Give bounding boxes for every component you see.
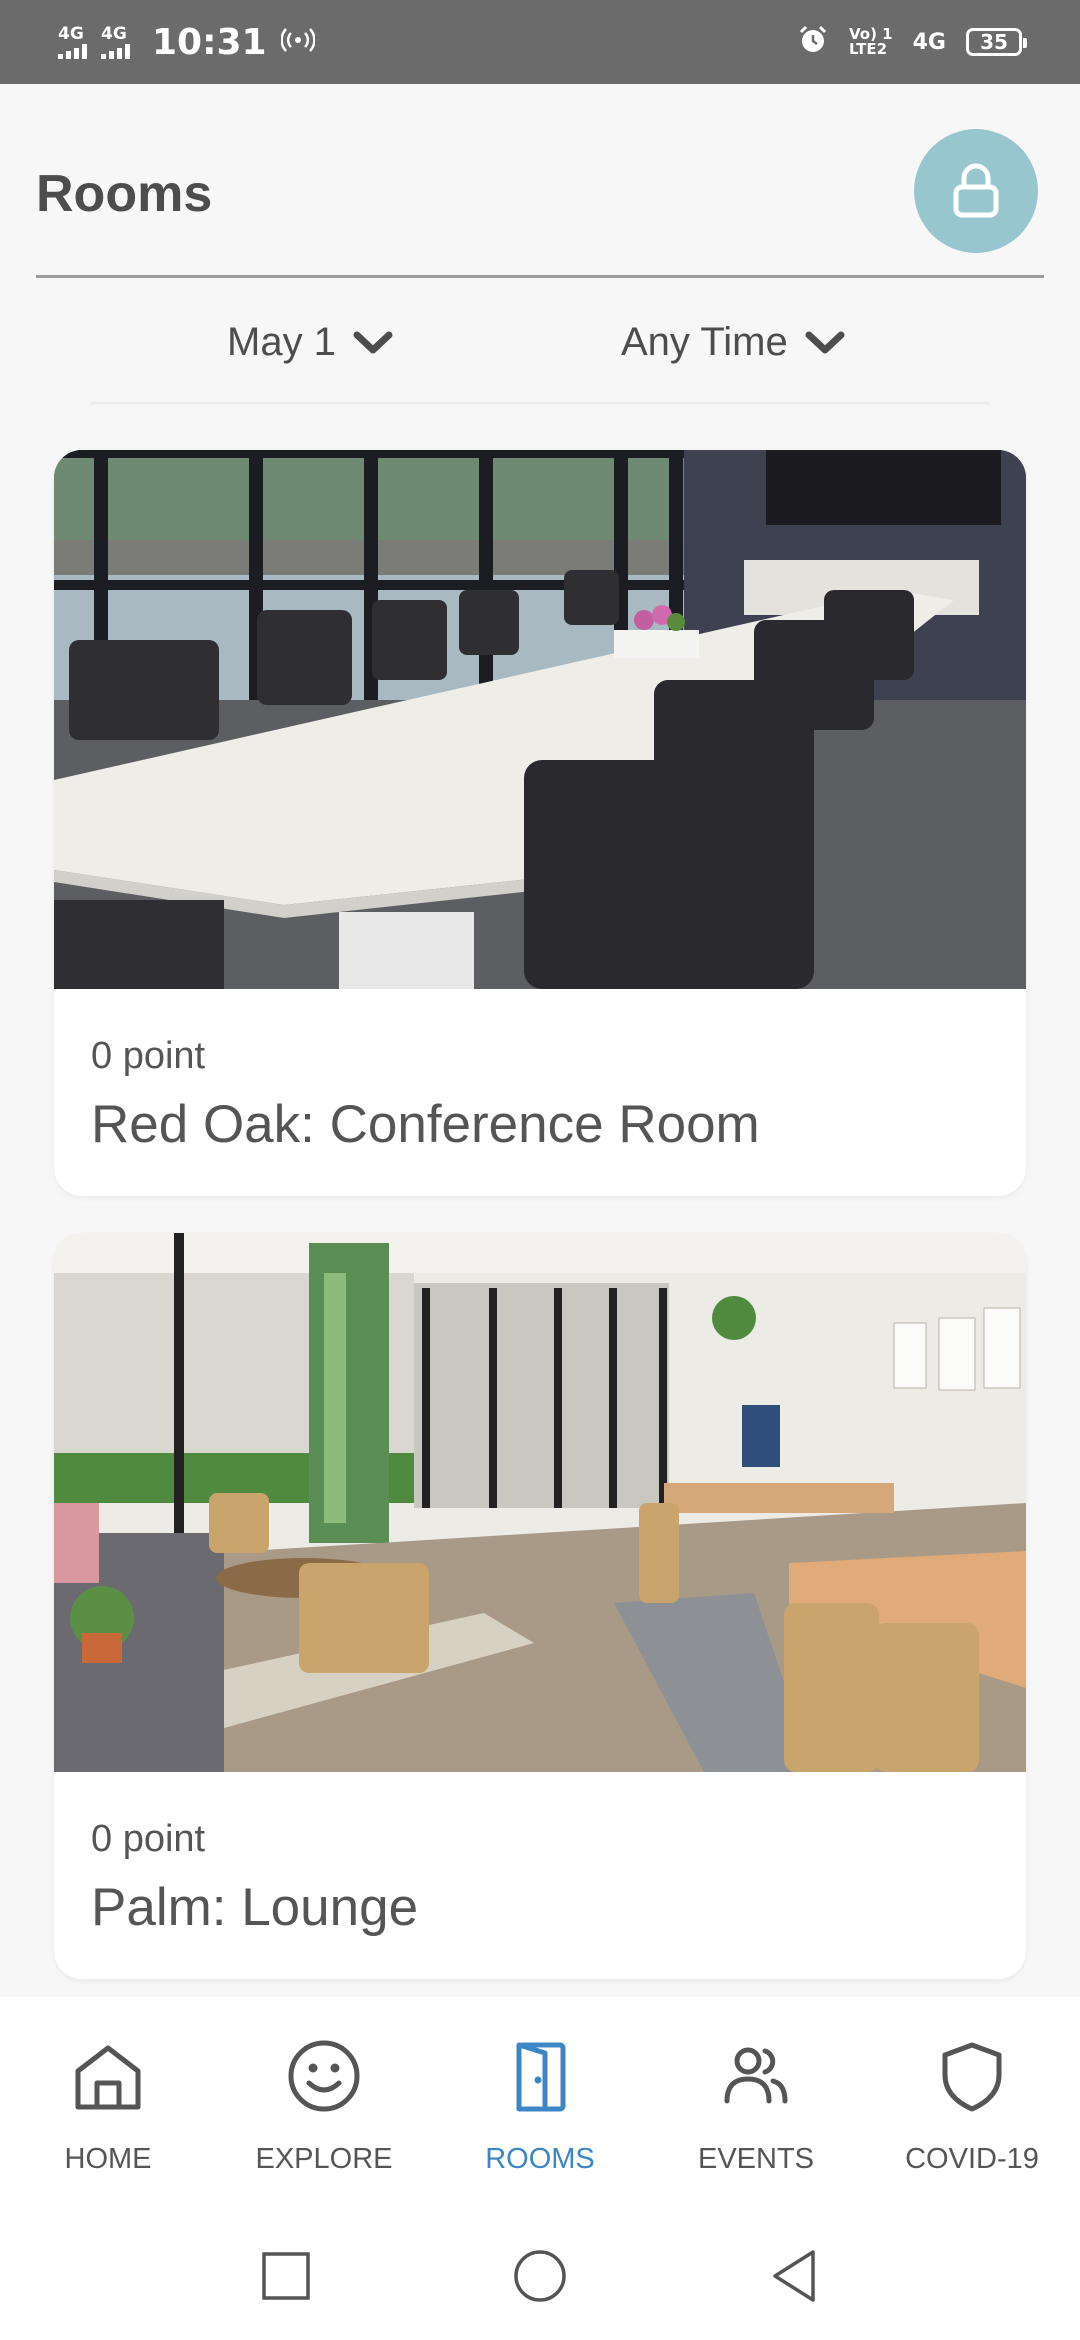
date-filter-dropdown[interactable]: May 1	[227, 320, 394, 365]
date-filter-label: May 1	[227, 320, 336, 364]
time-filter-label: Any Time	[621, 320, 788, 364]
nav-label: COVID-19	[905, 2143, 1039, 2175]
nav-item-rooms[interactable]: ROOMS	[432, 1997, 648, 2212]
room-name: Palm: Lounge	[91, 1878, 419, 1937]
bottom-nav: HOME EXPLORE ROOMS EVENTS COVID-19	[0, 1997, 1080, 2212]
home-icon	[75, 2045, 141, 2110]
network-4g-indicator: 4G	[912, 29, 946, 55]
filter-bar: May 1 Any Time	[0, 278, 1080, 408]
room-points: 0 point	[91, 1818, 206, 1860]
chevron-down-icon	[353, 331, 393, 353]
room-card[interactable]: 0 point Palm: Lounge	[54, 1233, 1026, 1979]
home-nav-button[interactable]	[512, 2248, 568, 2304]
nav-label: HOME	[64, 2143, 152, 2175]
volte-indicator: Vo) 1 LTE2	[849, 25, 893, 58]
people-icon	[724, 2047, 788, 2104]
nav-label: ROOMS	[485, 2143, 595, 2175]
room-points: 0 point	[91, 1035, 206, 1077]
lock-icon	[953, 163, 999, 218]
header: Rooms	[36, 84, 1044, 278]
room-photo-conference	[54, 450, 1026, 989]
room-name: Red Oak: Conference Room	[91, 1095, 760, 1154]
status-time: 10:31	[152, 21, 267, 63]
room-card-body: 0 point Red Oak: Conference Room	[54, 1035, 1026, 1155]
room-card[interactable]: 0 point Red Oak: Conference Room	[54, 450, 1026, 1196]
signal-icon: 4G	[58, 23, 87, 59]
signal-icon: 4G	[101, 23, 130, 59]
time-filter-dropdown[interactable]: Any Time	[621, 320, 846, 365]
nav-label: EVENTS	[697, 2143, 815, 2175]
alarm-icon	[797, 24, 829, 60]
back-nav-button[interactable]	[769, 2248, 819, 2304]
smiley-icon	[288, 2040, 360, 2112]
room-card-body: 0 point Palm: Lounge	[54, 1818, 1026, 1938]
nav-item-covid[interactable]: COVID-19	[864, 1997, 1080, 2212]
room-photo-lounge	[54, 1233, 1026, 1772]
page-title: Rooms	[36, 165, 213, 223]
battery-icon: 35	[966, 28, 1027, 56]
nav-item-events[interactable]: EVENTS	[648, 1997, 864, 2212]
nav-label: EXPLORE	[255, 2143, 393, 2175]
nav-item-explore[interactable]: EXPLORE	[216, 1997, 432, 2212]
network-type-label: 4G	[101, 23, 127, 44]
status-bar-right: Vo) 1 LTE2 4G 35	[797, 24, 1027, 60]
recent-apps-button[interactable]	[261, 2251, 311, 2301]
system-nav-bar	[0, 2212, 1080, 2340]
filter-divider	[90, 402, 990, 406]
status-bar-left: 4G 4G 10:31	[58, 21, 316, 63]
shield-icon	[942, 2042, 1002, 2112]
door-icon	[516, 2042, 566, 2112]
hotspot-icon	[279, 26, 316, 58]
battery-level: 35	[980, 30, 1008, 54]
nav-item-home[interactable]: HOME	[0, 1997, 216, 2212]
status-bar: 4G 4G 10:31 Vo) 1 LTE2 4G 35	[0, 0, 1080, 84]
lock-button[interactable]	[914, 129, 1038, 253]
network-type-label: 4G	[58, 23, 84, 44]
chevron-down-icon	[805, 331, 845, 353]
